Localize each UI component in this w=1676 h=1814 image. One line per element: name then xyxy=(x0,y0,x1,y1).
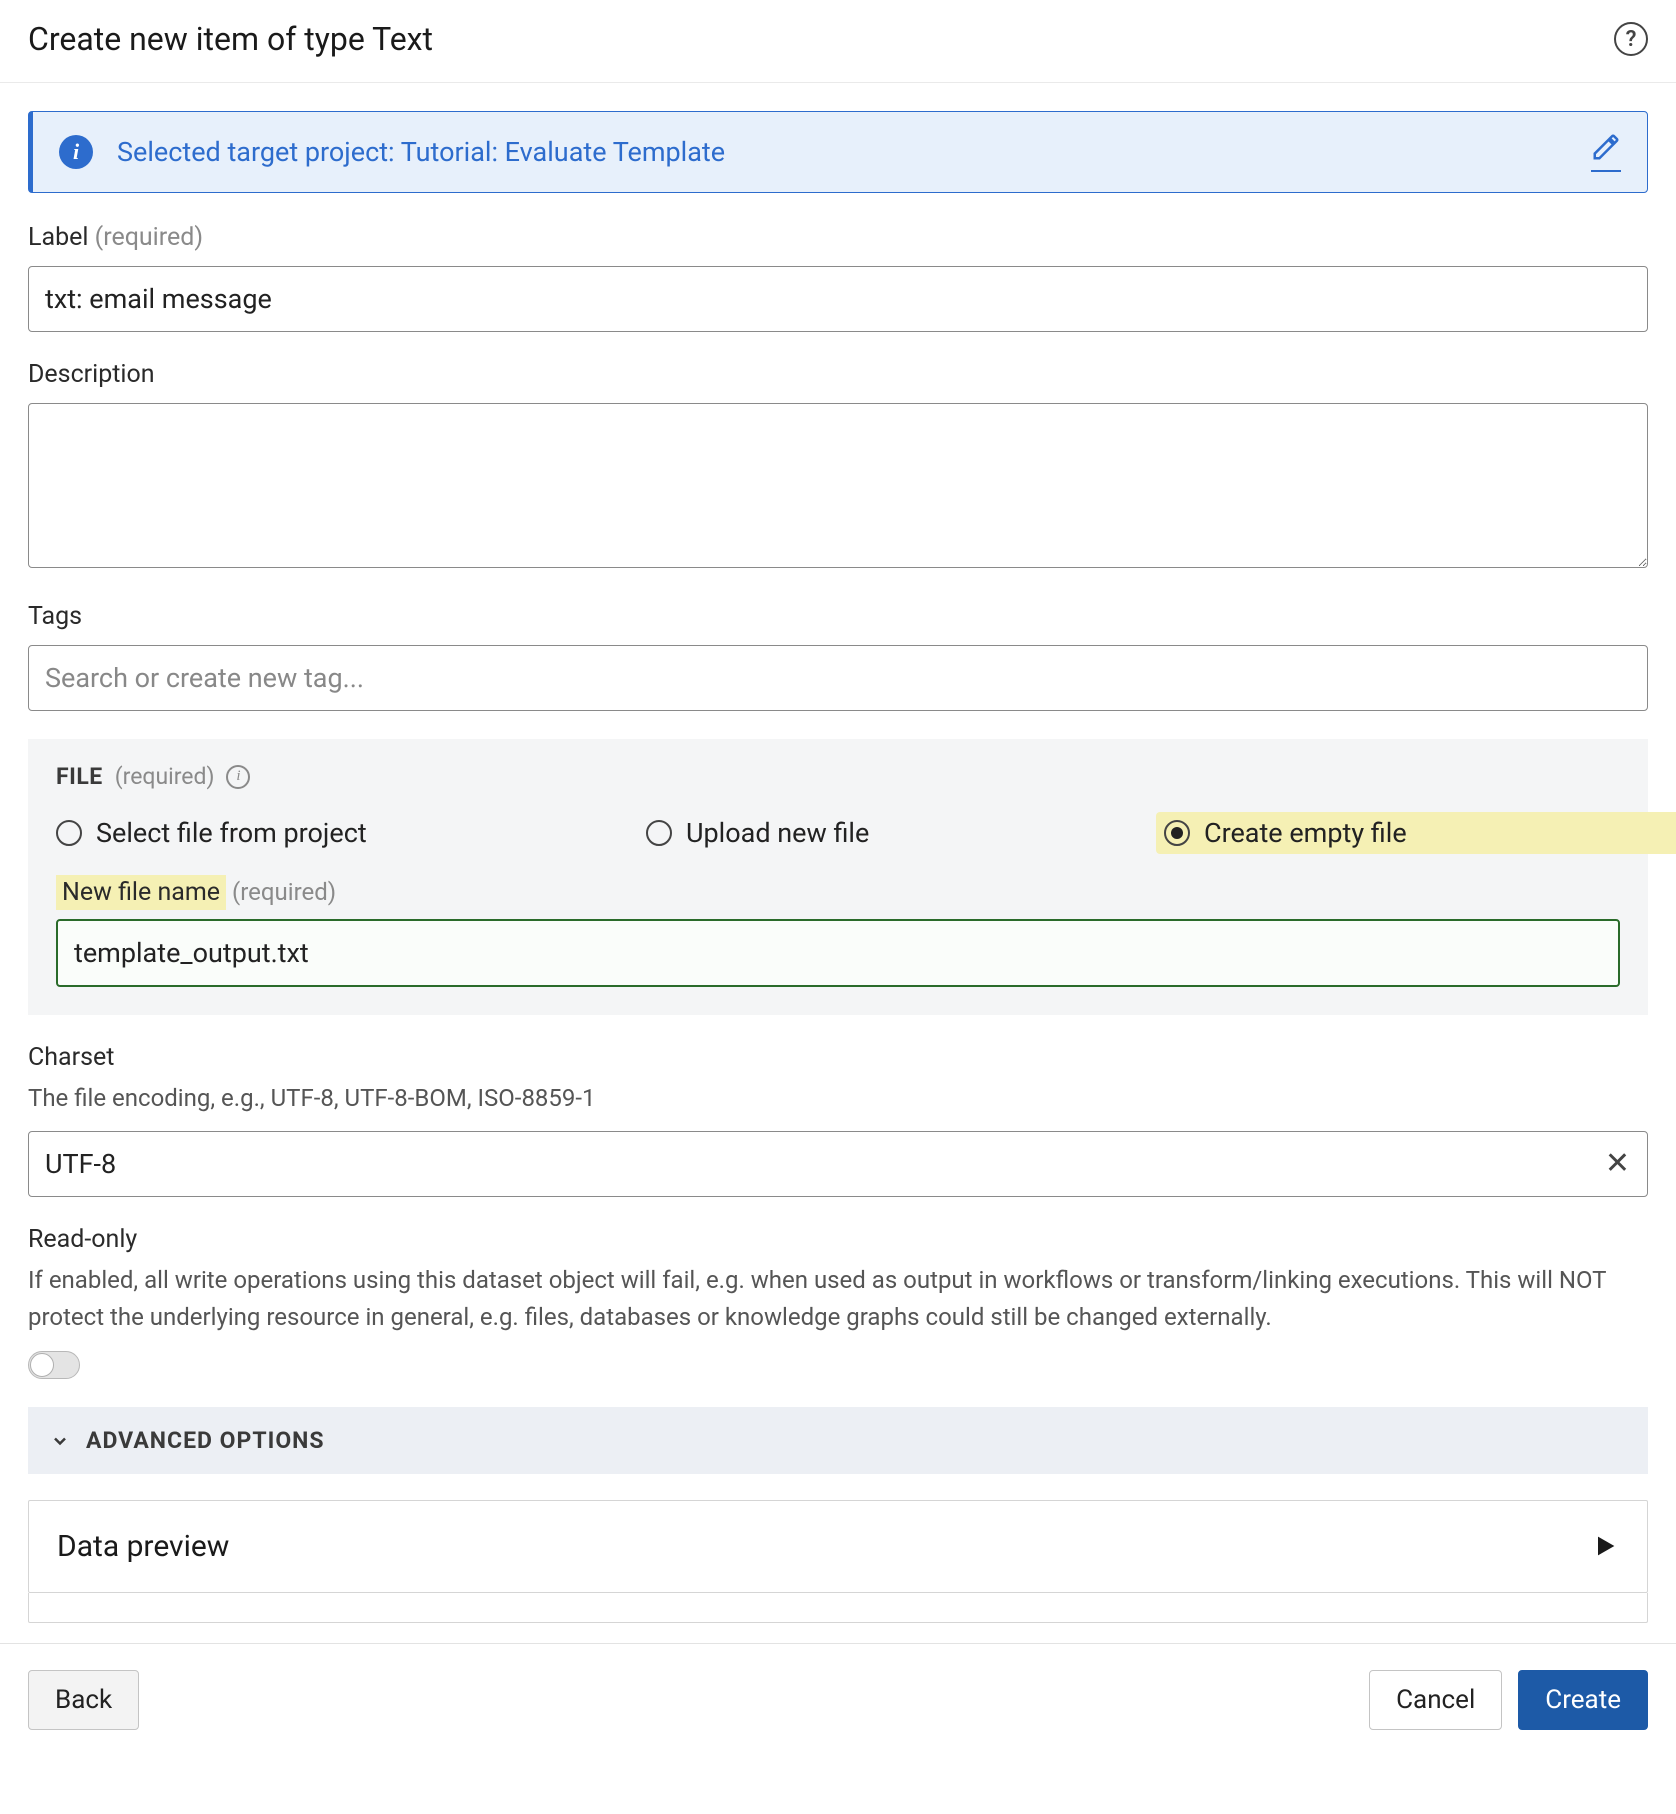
data-preview-label: Data preview xyxy=(57,1529,229,1564)
clear-icon[interactable]: ✕ xyxy=(1605,1149,1630,1179)
radio-select-from-project[interactable]: Select file from project xyxy=(56,812,646,854)
label-text: Label xyxy=(28,223,88,252)
banner-text: Selected target project: Tutorial: Evalu… xyxy=(117,136,1591,168)
charset-label: Charset xyxy=(28,1043,1648,1072)
readonly-help: If enabled, all write operations using t… xyxy=(28,1262,1648,1336)
back-button[interactable]: Back xyxy=(28,1670,139,1730)
edit-target-icon[interactable] xyxy=(1591,132,1621,172)
label-field-label: Label (required) xyxy=(28,223,1648,252)
radio-create-empty-highlight: Create empty file xyxy=(1156,812,1676,854)
charset-help: The file encoding, e.g., UTF-8, UTF-8-BO… xyxy=(28,1080,1648,1117)
description-input[interactable] xyxy=(28,403,1648,568)
data-preview-body xyxy=(28,1593,1648,1623)
advanced-options-toggle[interactable]: ADVANCED OPTIONS xyxy=(28,1407,1648,1474)
tags-label: Tags xyxy=(28,602,1648,631)
file-panel: FILE (required) i Select file from proje… xyxy=(28,739,1648,1015)
file-panel-title: FILE xyxy=(56,763,103,790)
file-source-radios: Select file from project Upload new file… xyxy=(56,812,1620,854)
toggle-knob xyxy=(30,1353,54,1377)
new-filename-input[interactable] xyxy=(56,919,1620,987)
page-title: Create new item of type Text xyxy=(28,20,433,58)
data-preview-panel[interactable]: Data preview xyxy=(28,1500,1648,1593)
target-project-banner: i Selected target project: Tutorial: Eva… xyxy=(28,111,1648,193)
file-panel-header: FILE (required) i xyxy=(56,763,1620,790)
chevron-down-icon xyxy=(50,1430,70,1450)
required-marker: (required) xyxy=(115,763,215,790)
readonly-label: Read-only xyxy=(28,1225,1648,1254)
tags-input[interactable] xyxy=(28,645,1648,711)
radio-label: Select file from project xyxy=(96,817,367,849)
new-filename-label-row: New file name (required) xyxy=(56,878,1620,907)
help-icon[interactable]: ? xyxy=(1614,22,1648,56)
label-input[interactable] xyxy=(28,266,1648,332)
create-button[interactable]: Create xyxy=(1518,1670,1648,1730)
radio-label: Create empty file xyxy=(1204,817,1407,849)
label-field-group: Label (required) xyxy=(28,223,1648,332)
dialog-content: i Selected target project: Tutorial: Eva… xyxy=(0,83,1676,1643)
required-marker: (required) xyxy=(232,878,336,906)
play-icon[interactable] xyxy=(1591,1532,1619,1560)
readonly-field-group: Read-only If enabled, all write operatio… xyxy=(28,1225,1648,1378)
cancel-button[interactable]: Cancel xyxy=(1369,1670,1502,1730)
dialog-header: Create new item of type Text ? xyxy=(0,0,1676,83)
radio-icon-selected xyxy=(1164,820,1190,846)
tags-field-group: Tags xyxy=(28,602,1648,711)
advanced-options-label: ADVANCED OPTIONS xyxy=(86,1427,325,1454)
readonly-toggle[interactable] xyxy=(28,1351,80,1379)
dialog-footer: Back Cancel Create xyxy=(0,1643,1676,1756)
description-field-group: Description xyxy=(28,360,1648,574)
required-marker: (required) xyxy=(95,223,203,252)
radio-icon xyxy=(646,820,672,846)
radio-icon xyxy=(56,820,82,846)
charset-input[interactable] xyxy=(28,1131,1648,1197)
radio-label: Upload new file xyxy=(686,817,869,849)
new-filename-label: New file name xyxy=(56,875,226,910)
radio-upload-new-file[interactable]: Upload new file xyxy=(646,812,1156,854)
charset-field-group: Charset The file encoding, e.g., UTF-8, … xyxy=(28,1043,1648,1197)
tooltip-icon[interactable]: i xyxy=(226,765,250,789)
info-icon: i xyxy=(59,135,93,169)
description-label: Description xyxy=(28,360,1648,389)
radio-create-empty-file[interactable]: Create empty file xyxy=(1164,817,1676,849)
